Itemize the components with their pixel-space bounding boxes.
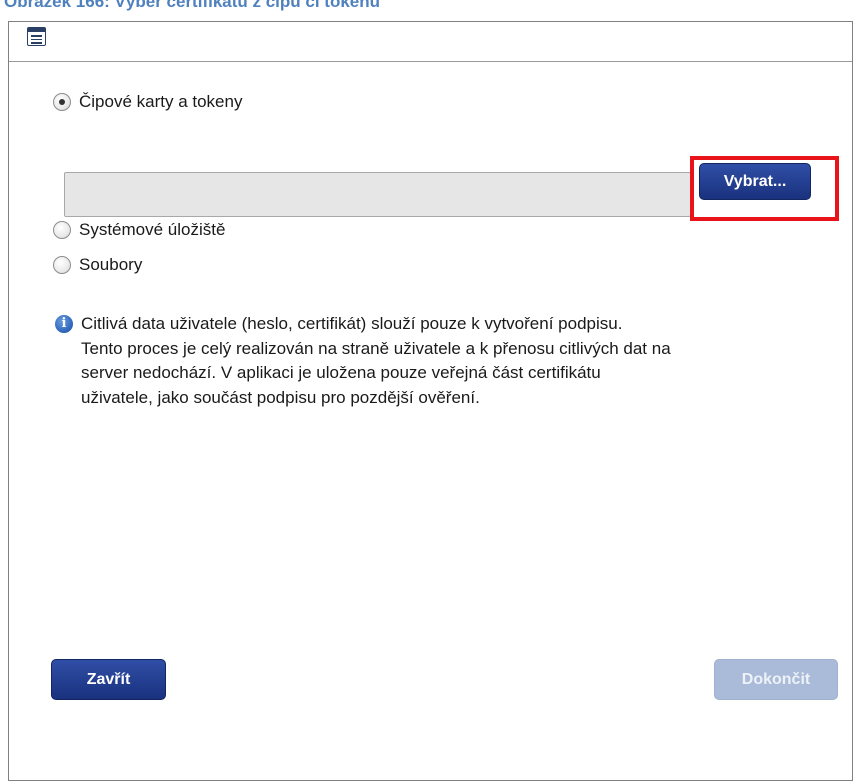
radio-smartcards[interactable]: [53, 93, 71, 111]
certificate-path-field: [64, 172, 691, 217]
close-button[interactable]: Zavřít: [51, 659, 166, 700]
radio-files[interactable]: [53, 256, 71, 274]
info-icon: i: [55, 315, 73, 333]
figure-caption: Obrázek 166: Výběr certifikátu z čipu či…: [4, 0, 381, 11]
radio-option-smartcards[interactable]: Čipové karty a tokeny: [53, 92, 242, 112]
info-line: server nedochází. V aplikaci je uložena …: [81, 363, 601, 382]
highlight-box: [690, 156, 839, 221]
window-icon: [27, 27, 46, 46]
info-line: uživatele, jako součást podpisu pro pozd…: [81, 387, 480, 407]
radio-files-label: Soubory: [79, 255, 143, 274]
info-message: i Citlivá data uživatele (heslo, certifi…: [55, 312, 845, 410]
info-line: Tento proces je celý realizován na stran…: [81, 338, 671, 358]
dialog-window: Čipové karty a tokeny Vybrat... Systémov…: [8, 21, 853, 781]
dialog-titlebar: [9, 22, 852, 62]
radio-system-store[interactable]: [53, 221, 71, 239]
radio-system-store-label: Systémové úložiště: [79, 220, 226, 239]
info-line: Citlivá data uživatele (heslo, certifiká…: [81, 314, 623, 333]
finish-button[interactable]: Dokončit: [714, 659, 838, 700]
radio-smartcards-label: Čipové karty a tokeny: [79, 92, 243, 111]
radio-option-system-store[interactable]: Systémové úložiště: [53, 220, 225, 240]
radio-option-files[interactable]: Soubory: [53, 255, 142, 275]
